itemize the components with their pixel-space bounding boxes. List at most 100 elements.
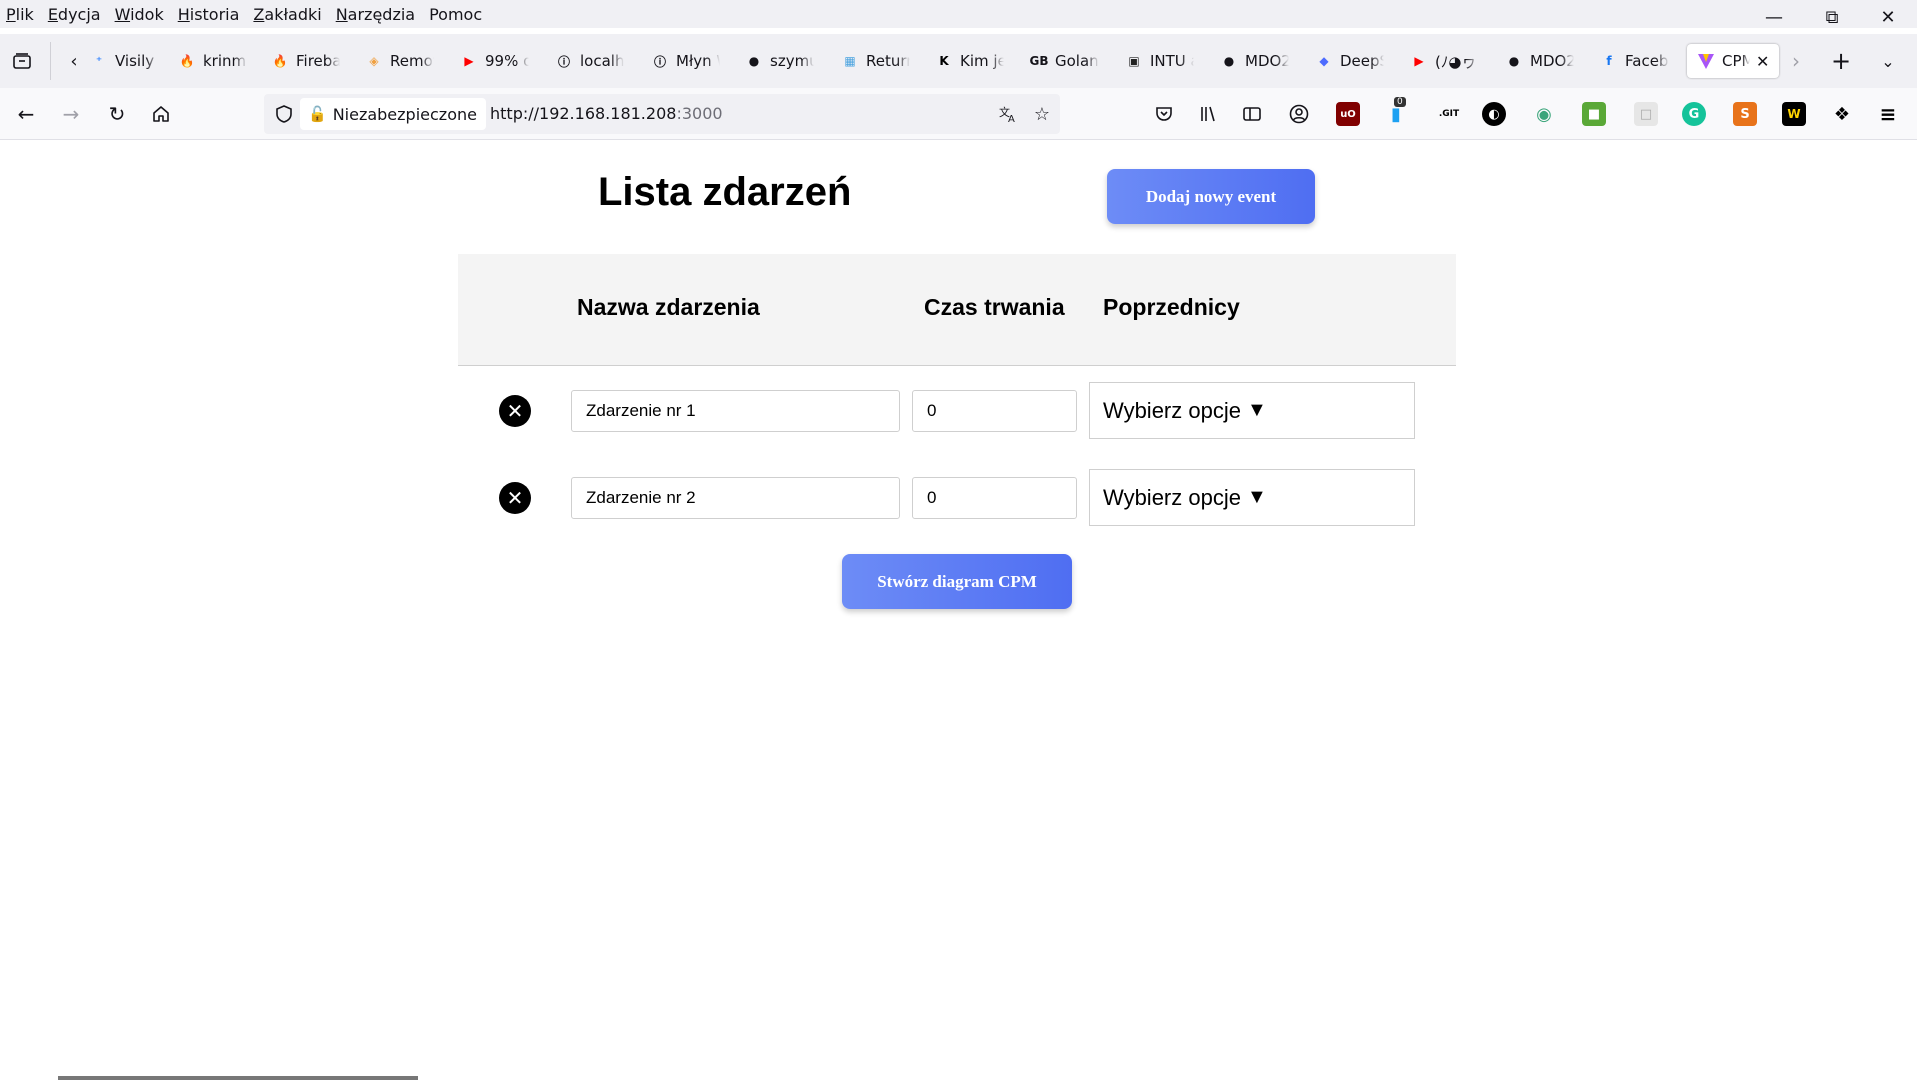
- insecure-connection-button[interactable]: 🔓 Niezabezpieczone: [300, 98, 486, 130]
- facebook-icon: f: [1606, 54, 1612, 68]
- tab-3[interactable]: ◈ Remote: [365, 44, 434, 78]
- github-icon: ●: [1508, 54, 1520, 68]
- tab-10[interactable]: GB Golang: [1030, 44, 1099, 78]
- tab-1[interactable]: 🔥 krinmaster: [178, 44, 247, 78]
- grey-extension-icon[interactable]: □: [1634, 102, 1658, 126]
- library-icon[interactable]: [1196, 102, 1220, 126]
- close-window-button[interactable]: ✕: [1860, 0, 1916, 34]
- back-icon[interactable]: ←: [12, 100, 40, 128]
- dark-reader-icon[interactable]: ◐: [1482, 102, 1506, 126]
- tab-12[interactable]: ● MDO2: [1220, 44, 1289, 78]
- create-cpm-diagram-button[interactable]: Stwórz diagram CPM: [842, 554, 1072, 609]
- predecessors-select[interactable]: Wybierz opcje ▼: [1089, 469, 1415, 526]
- address-bar[interactable]: 🔓 Niezabezpieczone http://192.168.181.20…: [264, 94, 1060, 134]
- horizontal-scrollbar-thumb[interactable]: [58, 1076, 418, 1080]
- menu-item-2[interactable]: Widok: [115, 5, 164, 24]
- event-name-input[interactable]: [571, 477, 900, 519]
- tab-9[interactable]: K Kim jest: [935, 44, 1004, 78]
- ublock-icon[interactable]: uO: [1336, 102, 1360, 126]
- tab-7[interactable]: ● szymuś: [745, 44, 814, 78]
- tab-strip: ‹ ⁺ Visily 🔥 krinmaster 🔥 Firebase ◈ Remote ▶ 99%…: [0, 34, 1917, 88]
- menu-item-6[interactable]: Pomoc: [429, 5, 482, 24]
- tab-label: Firebase: [296, 52, 340, 70]
- tab-active[interactable]: CPM ✕: [1687, 44, 1780, 78]
- fire-icon: 🔥: [272, 54, 288, 68]
- event-duration-input[interactable]: [912, 390, 1077, 432]
- dropdown-arrow-icon: ▼: [1246, 399, 1267, 421]
- figma-icon: ▣: [1128, 54, 1140, 68]
- predecessors-select[interactable]: Wybierz opcje ▼: [1089, 382, 1415, 439]
- new-tab-icon[interactable]: +: [1827, 47, 1855, 75]
- tab-11[interactable]: ▣ INTU a: [1125, 44, 1194, 78]
- tab-15[interactable]: ● MDO2: [1505, 44, 1574, 78]
- menu-item-4[interactable]: Zakładki: [253, 5, 321, 24]
- s-extension-icon[interactable]: S: [1733, 102, 1757, 126]
- translate-icon[interactable]: 文A: [996, 102, 1020, 126]
- tab-label: szymuś: [770, 52, 814, 70]
- predecessors-select-label: Wybierz opcje: [1103, 484, 1241, 510]
- column-header-predecessors: Poprzednicy: [1103, 294, 1240, 320]
- tab-label: Młyn W: [676, 52, 720, 70]
- tab-overview-icon[interactable]: [8, 47, 36, 75]
- scroll-tabs-left-icon[interactable]: ‹: [60, 47, 88, 75]
- menu-bar: Plik Edycja Widok Historia Zakładki Narzędzia…: [0, 0, 1917, 28]
- account-icon[interactable]: [1287, 102, 1311, 126]
- dropdown-arrow-icon: ▼: [1246, 486, 1267, 508]
- delete-event-icon[interactable]: ✕: [499, 395, 531, 427]
- bookmark-star-icon[interactable]: ☆: [1030, 102, 1054, 126]
- green-square-extension-icon[interactable]: ■: [1582, 102, 1606, 126]
- tab-label: localhost: [580, 52, 624, 70]
- url-text[interactable]: http://192.168.181.208:3000: [490, 104, 723, 123]
- reload-icon[interactable]: ↻: [103, 100, 131, 128]
- return-icon: ▦: [844, 54, 856, 68]
- menu-item-5[interactable]: Narzędzia: [336, 5, 415, 24]
- minimize-button[interactable]: —: [1746, 0, 1802, 34]
- list-all-tabs-icon[interactable]: ⌄: [1874, 47, 1902, 75]
- green-circle-extension-icon[interactable]: ◉: [1532, 102, 1556, 126]
- extensions-puzzle-icon[interactable]: ❖: [1830, 102, 1854, 126]
- tab-2[interactable]: 🔥 Firebase: [271, 44, 340, 78]
- tab-label: MDO2: [1245, 52, 1289, 70]
- menu-item-1[interactable]: Edycja: [48, 5, 101, 24]
- scroll-tabs-right-icon[interactable]: ›: [1782, 47, 1810, 75]
- predecessors-select-label: Wybierz opcje: [1103, 397, 1241, 423]
- menu-item-0[interactable]: Plik: [6, 5, 34, 24]
- delete-event-icon[interactable]: ✕: [499, 482, 531, 514]
- deepseek-icon: ◆: [1319, 54, 1329, 68]
- git-extension-icon[interactable]: .GIT: [1434, 102, 1464, 126]
- menu-item-3[interactable]: Historia: [178, 5, 240, 24]
- event-name-input[interactable]: [571, 390, 900, 432]
- info-icon: ⓘ: [653, 54, 666, 69]
- tab-label: Golang: [1055, 52, 1099, 70]
- table-header: Nazwa zdarzenia Czas trwania Poprzednicy: [458, 254, 1456, 366]
- tab-14[interactable]: ▶ (ﾉ◕ヮ: [1410, 44, 1479, 78]
- vite-icon: [1697, 52, 1715, 70]
- restore-button[interactable]: ⧉: [1804, 0, 1860, 34]
- tab-13[interactable]: ◆ DeepSeek: [1315, 44, 1384, 78]
- close-tab-icon[interactable]: ✕: [1756, 52, 1769, 71]
- sidebar-icon[interactable]: [1240, 102, 1264, 126]
- home-icon[interactable]: [147, 100, 175, 128]
- youtube-icon: ▶: [464, 54, 474, 68]
- event-duration-input[interactable]: [912, 477, 1077, 519]
- tab-5[interactable]: ⓘ localhost: [555, 44, 624, 78]
- column-header-duration: Czas trwania: [924, 294, 1065, 320]
- forward-icon[interactable]: →: [57, 100, 85, 128]
- tab-16[interactable]: f Facebook: [1600, 44, 1669, 78]
- svg-text:A: A: [1008, 114, 1015, 124]
- tab-6[interactable]: ⓘ Młyn W: [651, 44, 720, 78]
- add-event-button[interactable]: Dodaj nowy event: [1107, 169, 1315, 224]
- w-extension-icon[interactable]: W: [1782, 102, 1806, 126]
- github-icon: ●: [1223, 54, 1235, 68]
- tab-8[interactable]: ▦ Return: [841, 44, 910, 78]
- tab-label: CPM: [1722, 52, 1750, 70]
- tab-0[interactable]: ⁺ Visily: [90, 44, 159, 78]
- tab-4[interactable]: ▶ 99% of: [460, 44, 529, 78]
- k-icon: K: [939, 54, 949, 68]
- youtube-icon: ▶: [1414, 54, 1424, 68]
- app-menu-icon[interactable]: ≡: [1876, 102, 1900, 126]
- tab-label: krinmaster: [203, 52, 247, 70]
- pocket-icon[interactable]: [1152, 102, 1176, 126]
- grammarly-icon[interactable]: G: [1682, 102, 1706, 126]
- tracking-shield-icon[interactable]: [274, 104, 294, 124]
